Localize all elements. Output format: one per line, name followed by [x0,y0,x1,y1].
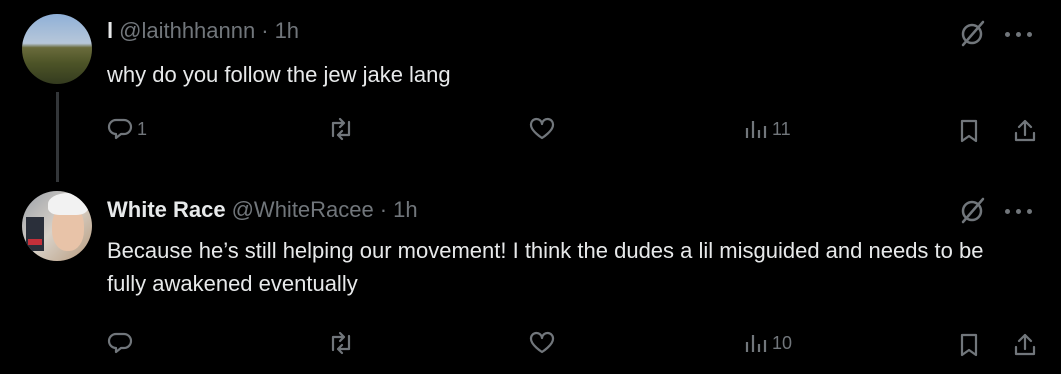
display-name[interactable]: White Race [107,197,226,223]
grok-icon[interactable] [958,195,988,225]
action-bar: 10 [0,330,1061,360]
more-icon[interactable] [1005,201,1039,221]
separator-dot: · [261,18,269,43]
like-button[interactable] [528,116,560,142]
share-icon[interactable] [1012,332,1038,358]
views-icon [745,335,767,352]
user-handle[interactable]: @laithhhannn [119,18,255,44]
reply-icon [107,118,133,140]
tweet-text: Because he’s still helping our movement!… [107,238,984,296]
heart-icon [529,117,555,140]
display-name[interactable]: l [107,18,113,44]
retweet-icon [331,117,351,141]
timestamp[interactable]: 1h [275,18,299,44]
retweet-icon [331,331,351,355]
views-button[interactable]: 10 [742,330,792,356]
reply-count: 1 [137,118,148,139]
separator-dot: · [379,197,388,222]
avatar[interactable] [22,191,92,261]
user-handle[interactable]: @WhiteRacee [232,197,374,223]
bookmark-icon[interactable] [957,332,981,358]
action-bar: 1 11 [0,116,1061,146]
grok-icon[interactable] [958,18,988,48]
view-count: 10 [772,332,793,353]
retweet-button[interactable] [327,116,359,142]
tweet-header: White Race @WhiteRacee · 1h [107,197,418,223]
bookmark-icon[interactable] [957,118,981,144]
views-icon [745,121,767,138]
more-icon[interactable] [1005,24,1039,44]
avatar[interactable] [22,14,92,84]
views-button[interactable]: 11 [742,116,791,142]
view-count: 11 [772,118,791,139]
tweet-2[interactable]: White Race @WhiteRacee · 1h Because he’s… [0,180,1061,374]
reply-button[interactable] [107,330,137,356]
tweet-1[interactable]: l @laithhhannn · 1h why do you follow th… [0,0,1061,182]
heart-icon [529,331,555,354]
reply-button[interactable]: 1 [107,116,147,142]
share-icon[interactable] [1012,118,1038,144]
tweet-header: l @laithhhannn · 1h [107,18,299,44]
like-button[interactable] [528,330,560,356]
retweet-button[interactable] [327,330,359,356]
tweet-text: why do you follow the jew jake lang [107,62,451,87]
timestamp[interactable]: 1h [393,197,417,223]
reply-icon [107,332,133,354]
